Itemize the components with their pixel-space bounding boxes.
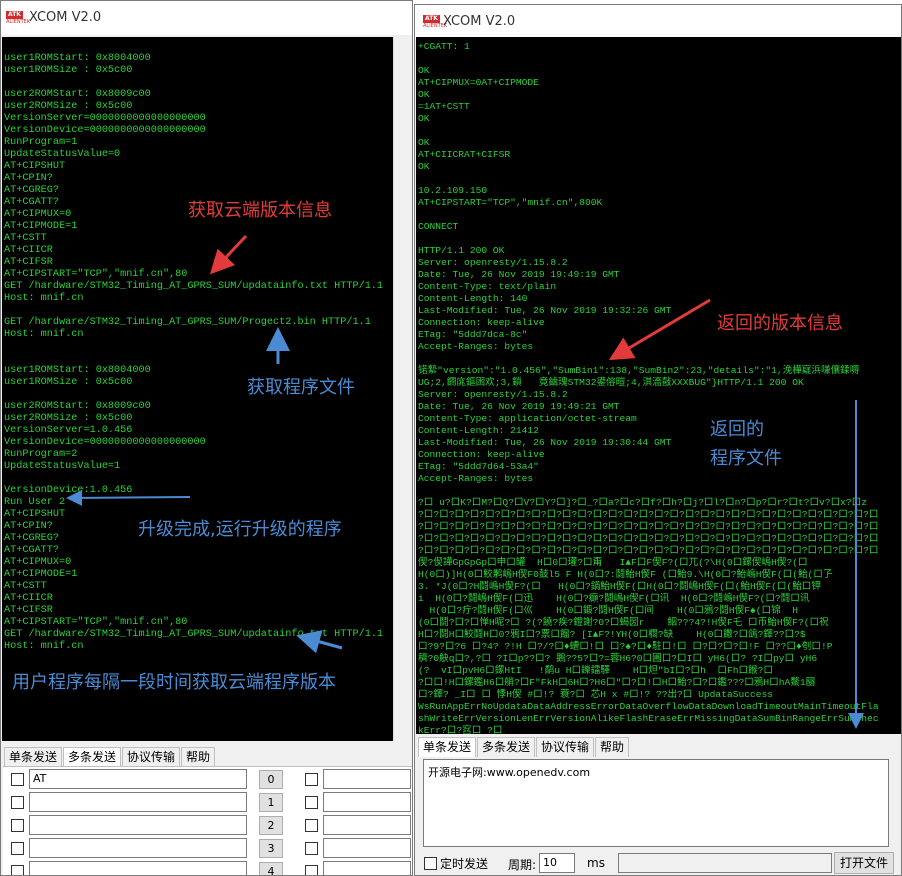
arrow-periodic xyxy=(296,630,343,654)
arrow-get-version xyxy=(209,234,248,275)
arrow-run-user2 xyxy=(66,489,191,506)
annotation-arrows xyxy=(66,234,864,729)
arrow-returned-version xyxy=(608,298,711,361)
